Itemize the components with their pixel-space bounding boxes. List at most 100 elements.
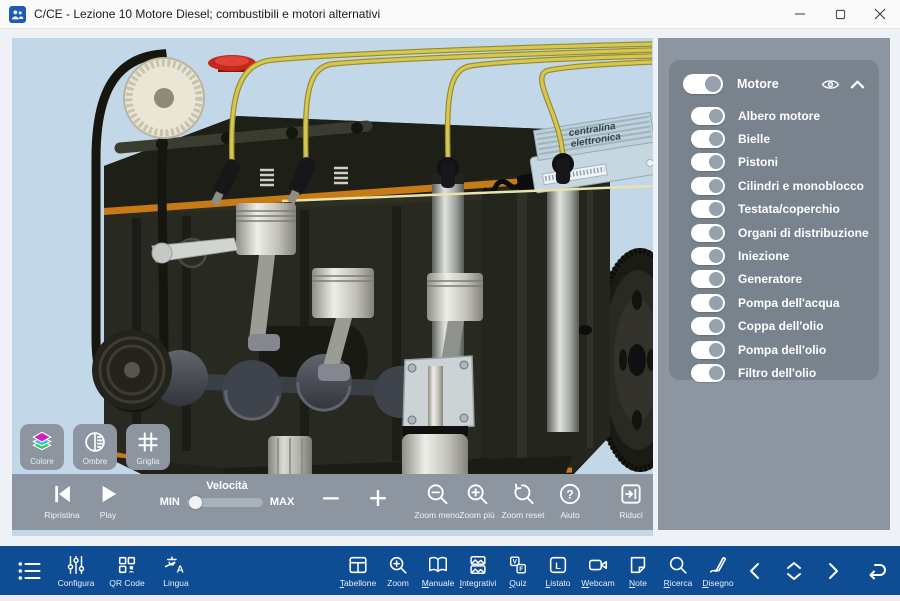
toggle-switch[interactable] — [691, 364, 725, 382]
configura-button[interactable]: Configura — [50, 546, 102, 595]
panel-title: Motore — [737, 77, 779, 91]
menu-list-button[interactable] — [8, 546, 50, 595]
toggle-switch[interactable] — [691, 341, 725, 359]
help-icon: ? — [557, 481, 583, 507]
speed-decrease-button[interactable]: − — [322, 483, 341, 513]
layer-row-cilindri[interactable]: Cilindri e monoblocco — [681, 174, 867, 197]
book-icon — [427, 554, 449, 576]
note-icon — [627, 554, 649, 576]
zoom-reset-icon — [510, 481, 536, 507]
layer-label: Generatore — [738, 272, 802, 286]
toggle-switch[interactable] — [691, 200, 725, 218]
svg-text:A: A — [176, 564, 184, 575]
close-button[interactable] — [860, 0, 900, 28]
toggle-switch[interactable] — [691, 107, 725, 125]
layer-row-pompa-acqua[interactable]: Pompa dell'acqua — [681, 291, 867, 314]
speed-increase-button[interactable]: + — [369, 483, 388, 513]
toolbar-nav-group — [743, 546, 890, 595]
ripristina-button[interactable]: Ripristina — [44, 481, 79, 520]
toggle-switch[interactable] — [691, 153, 725, 171]
zoom-reset-button[interactable]: Zoom reset — [502, 481, 545, 520]
svg-text:L: L — [555, 561, 561, 571]
colore-button[interactable]: Colore — [20, 424, 64, 470]
main-toolbar: Configura QR Code A Lingua — [0, 546, 900, 595]
return-button[interactable] — [860, 554, 890, 588]
layer-row-distribuzione[interactable]: Organi di distribuzione — [681, 221, 867, 244]
zoom-plus-icon — [387, 554, 409, 576]
minimize-button[interactable] — [780, 0, 820, 28]
svg-text:F: F — [519, 565, 523, 572]
layer-row-bielle[interactable]: Bielle — [681, 127, 867, 150]
double-chevron-vertical-icon — [782, 558, 806, 584]
list-icon — [15, 557, 43, 585]
manuale-button[interactable]: Manuale — [418, 546, 458, 595]
maximize-button[interactable] — [820, 0, 860, 28]
toggle-switch[interactable] — [691, 224, 725, 242]
chevron-left-icon — [745, 559, 765, 583]
max-label: MAX — [270, 496, 294, 508]
layer-label: Iniezione — [738, 249, 789, 263]
speed-control: Velocità MIN MAX — [147, 480, 307, 508]
toggle-switch[interactable] — [691, 270, 725, 288]
view-options: Colore Ombre Griglia — [20, 424, 170, 470]
grid-icon — [135, 429, 161, 455]
layer-label: Testata/coperchio — [738, 202, 840, 216]
collapse-right-icon — [618, 481, 644, 507]
ombre-button[interactable]: Ombre — [73, 424, 117, 470]
tabellone-button[interactable]: Tabellone — [338, 546, 378, 595]
toggle-switch[interactable] — [691, 317, 725, 335]
board-grid-icon — [347, 554, 369, 576]
engine-3d-viewport[interactable]: centralina elettronica — [12, 38, 653, 536]
zoom-out-button[interactable]: Zoom meno — [414, 481, 459, 520]
toggle-switch[interactable] — [691, 130, 725, 148]
layer-label: Pistoni — [738, 155, 778, 169]
next-button[interactable] — [821, 554, 845, 588]
layer-row-pompa-olio[interactable]: Pompa dell'olio — [681, 338, 867, 361]
toolbar-left-group: Configura QR Code A Lingua — [8, 546, 200, 595]
disegno-button[interactable]: Disegno — [698, 546, 738, 595]
layer-row-filtro-olio[interactable]: Filtro dell'olio — [681, 361, 867, 384]
motore-layers-panel: Motore Albero motore Bielle Pistoni — [669, 60, 879, 380]
integrativi-button[interactable]: Integrativi — [458, 546, 498, 595]
translate-icon: A — [165, 554, 187, 576]
toggle-switch[interactable] — [691, 294, 725, 312]
collapse-chevron-icon[interactable] — [850, 79, 865, 90]
webcam-button[interactable]: Webcam — [578, 546, 618, 595]
sliders-icon — [65, 554, 87, 576]
true-false-icon: V F — [507, 554, 529, 576]
layer-row-generatore[interactable]: Generatore — [681, 268, 867, 291]
toggle-switch[interactable] — [691, 247, 725, 265]
play-button[interactable]: Play — [95, 481, 121, 520]
listato-button[interactable]: L Listato — [538, 546, 578, 595]
griglia-button[interactable]: Griglia — [126, 424, 170, 470]
zoom-in-button[interactable]: Zoom più — [459, 481, 494, 520]
zoom-button[interactable]: Zoom — [378, 546, 418, 595]
layer-row-albero-motore[interactable]: Albero motore — [681, 104, 867, 127]
note-button[interactable]: Note — [618, 546, 658, 595]
toggle-switch[interactable] — [691, 177, 725, 195]
qr-code-button[interactable]: QR Code — [102, 546, 152, 595]
speed-slider[interactable] — [187, 498, 263, 507]
window-title: C/CE - Lezione 10 Motore Diesel; combust… — [34, 7, 380, 21]
help-button[interactable]: ? Aiuto — [557, 481, 583, 520]
layer-label: Filtro dell'olio — [738, 366, 816, 380]
quiz-button[interactable]: V F Quiz — [498, 546, 538, 595]
layer-row-iniezione[interactable]: Iniezione — [681, 244, 867, 267]
search-icon — [667, 554, 689, 576]
images-icon — [467, 554, 489, 576]
layer-row-pistoni[interactable]: Pistoni — [681, 151, 867, 174]
ricerca-button[interactable]: Ricerca — [658, 546, 698, 595]
visibility-eye-icon[interactable] — [821, 77, 840, 92]
layer-row-testata[interactable]: Testata/coperchio — [681, 198, 867, 221]
prev-button[interactable] — [743, 554, 767, 588]
layer-row-coppa-olio[interactable]: Coppa dell'olio — [681, 315, 867, 338]
playback-control-bar: Ripristina Play Velocità MIN MAX − + — [12, 474, 653, 530]
expand-collapse-button[interactable] — [782, 554, 806, 588]
min-label: MIN — [160, 496, 180, 508]
collapse-panel-button[interactable]: Riduci — [618, 481, 644, 520]
titlebar: C/CE - Lezione 10 Motore Diesel; combust… — [0, 0, 900, 29]
speed-slider-knob[interactable] — [189, 496, 202, 509]
lingua-button[interactable]: A Lingua — [152, 546, 200, 595]
plus-icon: + — [369, 483, 388, 513]
motore-toggle[interactable] — [683, 74, 723, 94]
